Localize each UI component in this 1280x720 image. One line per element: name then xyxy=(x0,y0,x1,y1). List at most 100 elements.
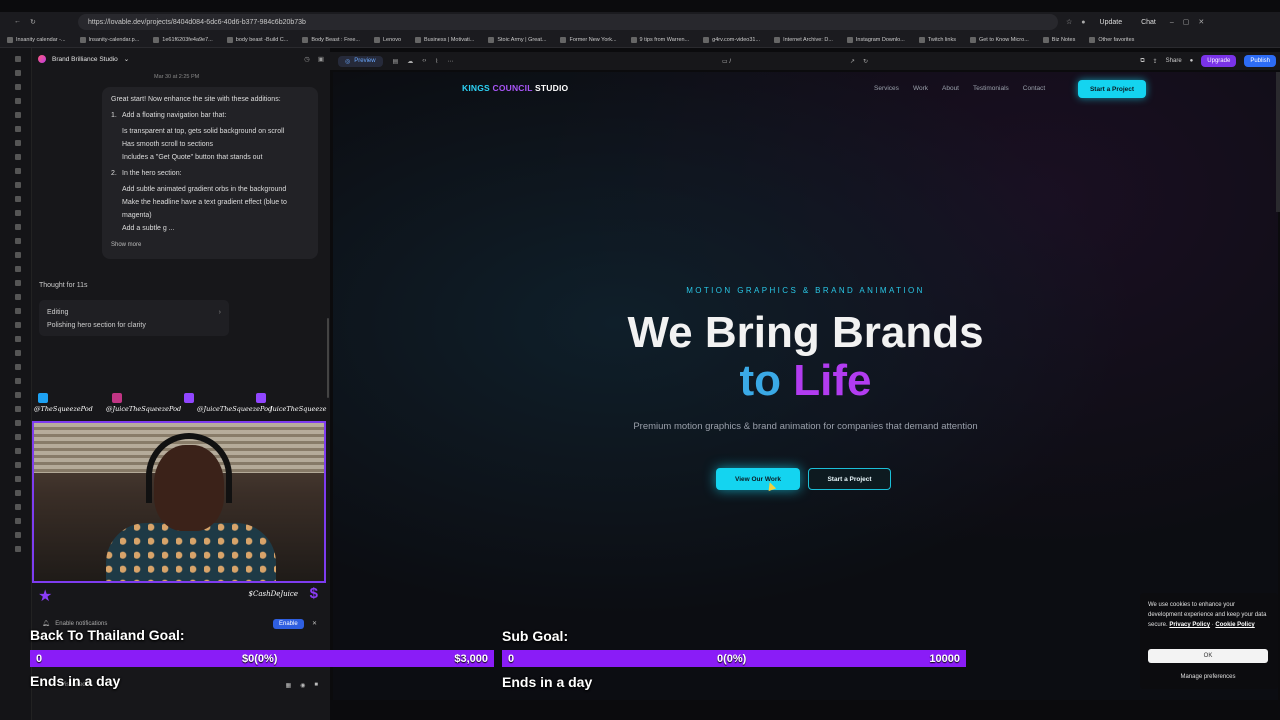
bookmark-item[interactable]: Business | Motivati... xyxy=(408,36,481,43)
tab-favicon-icon[interactable] xyxy=(15,84,21,90)
tab-favicon-icon[interactable] xyxy=(15,294,21,300)
attach-icon[interactable]: ▦ xyxy=(285,682,291,689)
tab-favicon-icon[interactable] xyxy=(15,112,21,118)
bookmark-item[interactable]: g4rv.com-video31... xyxy=(696,36,767,43)
tab-favicon-icon[interactable] xyxy=(15,140,21,146)
tab-favicon-icon[interactable] xyxy=(15,546,21,552)
tab-favicon-icon[interactable] xyxy=(15,196,21,202)
bookmark-item[interactable]: Insanity-calendar.p... xyxy=(73,36,147,43)
bookmark-item[interactable]: Instagram Downlo... xyxy=(840,36,912,43)
enable-notifications-button[interactable]: Enable xyxy=(273,619,304,629)
maximize-icon[interactable]: ▢ xyxy=(1183,18,1190,26)
nav-services[interactable]: Services xyxy=(874,85,899,92)
bookmark-item[interactable]: Biz Notes xyxy=(1036,36,1083,43)
view-work-button[interactable]: View Our Work xyxy=(716,468,800,490)
tab-favicon-icon[interactable] xyxy=(15,224,21,230)
more-icon[interactable]: ⋯ xyxy=(447,58,453,65)
bookmark-item[interactable]: 1e61f6203fe4a9e7... xyxy=(146,36,219,43)
tab-favicon-icon[interactable] xyxy=(15,420,21,426)
tab-favicon-icon[interactable] xyxy=(15,532,21,538)
show-more-link[interactable]: Show more xyxy=(111,239,309,252)
tab-favicon-icon[interactable] xyxy=(15,364,21,370)
start-project-button[interactable]: Start a Project xyxy=(808,468,891,490)
tab-favicon-icon[interactable] xyxy=(15,406,21,412)
project-name[interactable]: Brand Brilliance Studio xyxy=(52,56,118,63)
publish-button[interactable]: Publish xyxy=(1244,55,1276,67)
tab-favicon-icon[interactable] xyxy=(15,350,21,356)
update-button[interactable]: Update xyxy=(1095,17,1128,28)
preview-scrollbar[interactable] xyxy=(1276,72,1280,212)
file-icon[interactable]: ▤ xyxy=(393,58,399,65)
bookmark-item[interactable]: 9 tips from Warren... xyxy=(624,36,697,43)
bookmark-item[interactable]: Body Beast : Free... xyxy=(295,36,367,43)
collab-icon[interactable]: ⧉ xyxy=(1140,58,1144,65)
bookmark-item[interactable]: Insanity calendar -... xyxy=(0,36,73,43)
tab-favicon-icon[interactable] xyxy=(15,98,21,104)
minimize-icon[interactable]: – xyxy=(1170,19,1174,26)
nav-contact[interactable]: Contact xyxy=(1023,85,1045,92)
bookmark-item[interactable]: Stoic Army | Great... xyxy=(481,36,553,43)
chart-icon[interactable]: ⌇ xyxy=(435,58,438,65)
code-icon[interactable]: ‹› xyxy=(422,58,426,65)
cookie-ok-button[interactable]: OK xyxy=(1148,649,1268,663)
tab-favicon-icon[interactable] xyxy=(15,70,21,76)
editing-status-card[interactable]: Editing Polishing hero section for clari… xyxy=(39,300,229,336)
chat-scrollbar[interactable] xyxy=(327,318,329,398)
bookmark-item[interactable]: Get to Know Micro... xyxy=(963,36,1036,43)
back-icon[interactable]: ← xyxy=(14,18,21,26)
history-icon[interactable]: ◷ xyxy=(304,55,310,63)
share-button[interactable]: Share xyxy=(1166,58,1182,64)
microphone-icon[interactable]: ◉ xyxy=(300,682,305,689)
external-link-icon[interactable]: ↗ xyxy=(850,58,855,65)
url-field[interactable]: https://lovable.dev/projects/8404d084-6d… xyxy=(78,14,1058,30)
tab-favicon-icon[interactable] xyxy=(15,182,21,188)
manage-preferences-button[interactable]: Manage preferences xyxy=(1148,670,1268,684)
upgrade-button[interactable]: Upgrade xyxy=(1201,55,1237,67)
tab-favicon-icon[interactable] xyxy=(15,476,21,482)
tab-favicon-icon[interactable] xyxy=(15,238,21,244)
reload-icon[interactable]: ↻ xyxy=(30,18,36,26)
tab-favicon-icon[interactable] xyxy=(15,378,21,384)
profile-icon[interactable]: ● xyxy=(1081,19,1085,26)
thought-duration[interactable]: Thought for 11s xyxy=(39,282,88,289)
cloud-icon[interactable]: ☁ xyxy=(407,58,413,65)
nav-testimonials[interactable]: Testimonials xyxy=(973,85,1009,92)
tab-favicon-icon[interactable] xyxy=(15,448,21,454)
chevron-down-icon[interactable]: ⌄ xyxy=(124,55,129,63)
tab-favicon-icon[interactable] xyxy=(15,490,21,496)
privacy-policy-link[interactable]: Privacy Policy xyxy=(1169,622,1210,628)
star-icon[interactable]: ☆ xyxy=(1066,18,1072,26)
tab-favicon-icon[interactable] xyxy=(15,266,21,272)
bookmark-item[interactable]: Lenovo xyxy=(367,36,408,43)
bookmark-item[interactable]: Former New York... xyxy=(553,36,623,43)
tab-favicon-icon[interactable] xyxy=(15,210,21,216)
tab-favicon-icon[interactable] xyxy=(15,168,21,174)
sidebar-toggle-icon[interactable]: ▣ xyxy=(318,55,324,63)
nav-about[interactable]: About xyxy=(942,85,959,92)
preview-tab[interactable]: ◎ Preview xyxy=(338,55,383,67)
github-icon[interactable]: ● xyxy=(1190,58,1194,64)
site-logo[interactable]: KINGS COUNCIL STUDIO xyxy=(462,83,568,93)
tab-favicon-icon[interactable] xyxy=(15,434,21,440)
tab-favicon-icon[interactable] xyxy=(15,504,21,510)
tab-favicon-icon[interactable] xyxy=(15,252,21,258)
tab-favicon-icon[interactable] xyxy=(15,154,21,160)
tab-favicon-icon[interactable] xyxy=(15,280,21,286)
nav-work[interactable]: Work xyxy=(913,85,928,92)
close-icon[interactable]: ✕ xyxy=(312,620,317,627)
stop-icon[interactable]: ■ xyxy=(314,682,318,689)
refresh-icon[interactable]: ↻ xyxy=(863,58,868,65)
route-path[interactable]: ▭ / xyxy=(722,58,731,65)
close-icon[interactable]: ✕ xyxy=(1198,18,1204,26)
tab-favicon-icon[interactable] xyxy=(15,462,21,468)
bookmark-item[interactable]: Other favorites xyxy=(1082,36,1141,43)
tab-favicon-icon[interactable] xyxy=(15,308,21,314)
chat-button[interactable]: Chat xyxy=(1136,17,1161,28)
bookmark-item[interactable]: Internet Archive: D... xyxy=(767,36,840,43)
tab-favicon-icon[interactable] xyxy=(15,392,21,398)
bookmark-item[interactable]: body beast -Build C... xyxy=(220,36,296,43)
tab-favicon-icon[interactable] xyxy=(15,518,21,524)
tab-favicon-icon[interactable] xyxy=(15,126,21,132)
bookmark-item[interactable]: Twitch links xyxy=(912,36,963,43)
tab-favicon-icon[interactable] xyxy=(15,322,21,328)
